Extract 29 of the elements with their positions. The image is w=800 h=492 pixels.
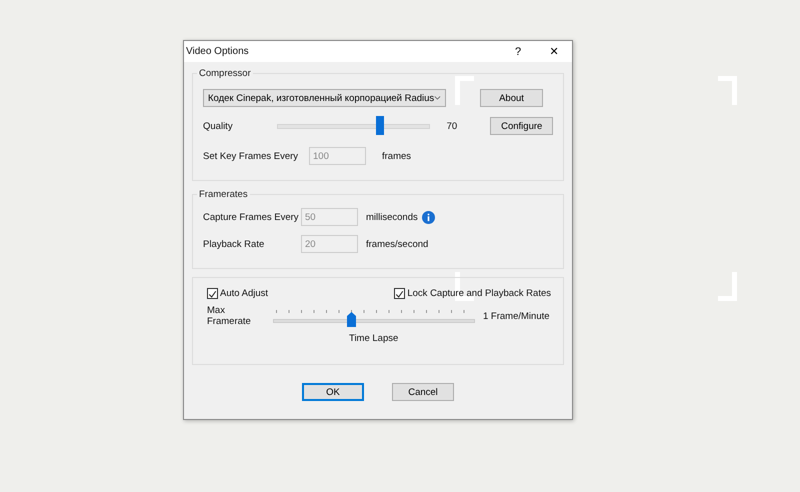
checkmark-icon [395, 289, 404, 300]
unit-label: frames [382, 150, 412, 162]
unit-label: milliseconds [366, 212, 418, 222]
about-button[interactable]: About [480, 89, 543, 107]
max-value-label: 1 Frame/Minute [483, 310, 550, 322]
dialog-button[interactable]: Cancel [392, 383, 454, 401]
keyframes-label: Set Key Frames Every [203, 150, 300, 162]
unit-label: frames/second [366, 238, 428, 250]
chevron-icon [434, 95, 441, 101]
close-button[interactable]: ✕ [536, 45, 572, 58]
window-title: Video Options [186, 46, 250, 57]
playback-label: Playback Rate [203, 238, 266, 250]
group-title: Compressor [198, 68, 252, 79]
max-framerate-label: Max Framerate [207, 305, 252, 328]
group-title: Framerates [198, 189, 249, 200]
slider-thumb[interactable] [346, 312, 356, 327]
checkbox[interactable]: Lock Capture and Playback Rates [394, 288, 551, 299]
help-button[interactable]: ? [500, 46, 536, 58]
codec-dropdown[interactable]: Кодек Cinepak, изготовленный корпорацией Radius [203, 89, 446, 107]
checkbox[interactable]: Auto Adjust [207, 288, 268, 299]
slider-caption: Time Lapse [349, 332, 398, 344]
quality-value: 70 [446, 120, 458, 132]
quality-label: Quality [203, 120, 234, 132]
slider-thumb[interactable] [376, 116, 384, 134]
capture-label: Capture Frames Every [203, 212, 300, 222]
configure-button[interactable]: Configure [490, 117, 553, 135]
checkmark-icon [208, 289, 217, 300]
dialog-button[interactable]: OK [302, 383, 364, 401]
info-icon[interactable] [422, 210, 435, 224]
